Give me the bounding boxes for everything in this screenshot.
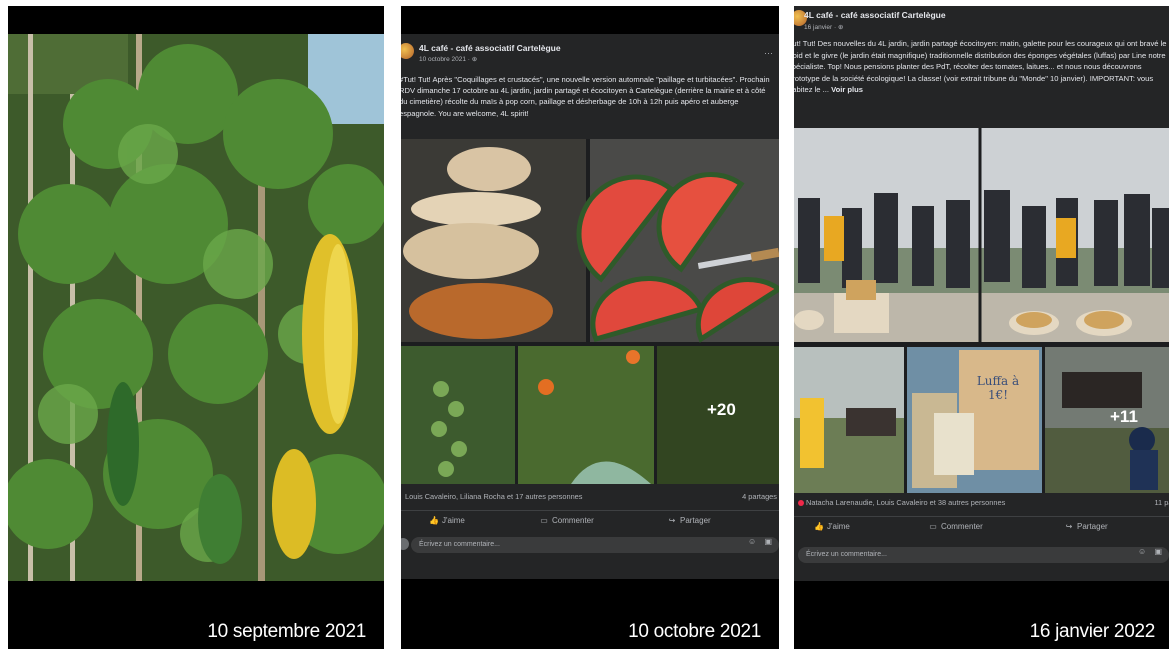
post-date-caption: 10 octobre 2021 [628,621,761,642]
luffa-sign-text: Luffa à 1€! [976,374,1020,402]
photo-grid-image [401,139,779,484]
reactions-text[interactable]: Natacha Larenaudie, Louis Cavaleiro et 3… [806,498,1005,507]
post-actions: 👍 J'aime ▭ Commenter ↪ Partager [401,510,779,530]
page-avatar[interactable] [401,43,414,59]
post-date-caption: 10 septembre 2021 [207,621,366,642]
luffa-plant-photo [8,34,384,581]
emoji-icon[interactable]: ☺ ▣ [748,537,775,546]
post-header: 4L café - café associatif Cartelègue 16 … [794,6,1169,38]
comment-bubble-icon: ▭ [929,522,937,531]
photo-grid[interactable]: Luffa à 1€! +11 [794,128,1169,493]
comment-button[interactable]: ▭ Commenter [928,522,983,531]
see-more-link[interactable]: Voir plus [831,85,863,94]
user-avatar [401,538,409,550]
post-header: 4L café - café associatif Cartelègue 10 … [401,34,779,74]
shares-count[interactable]: 4 partages [742,492,777,501]
facebook-post: 4L café - café associatif Cartelègue 10 … [401,34,779,579]
comment-input[interactable]: Écrivez un commentaire... [798,547,1169,563]
share-arrow-icon: ↪ [668,516,676,525]
heart-reaction-icon [798,500,804,507]
like-label: J'aime [442,516,465,525]
post-timestamp[interactable]: 16 janvier · ⊕ [804,23,843,31]
comment-bubble-icon: ▭ [540,516,548,525]
more-photos-count[interactable]: +20 [707,400,736,420]
story-panel-september: 10 septembre 2021 [8,6,384,649]
shares-count[interactable]: 11 partages [1155,498,1169,507]
share-button[interactable]: ↪ Partager [1064,522,1108,531]
thumbs-up-icon: 👍 [814,522,824,531]
page-name[interactable]: 4L café - café associatif Cartelègue [419,43,561,53]
reactions-wrap: Natacha Larenaudie, Louis Cavaleiro et 3… [798,498,1005,507]
post-date-caption: 16 janvier 2022 [1029,621,1156,642]
more-dots-icon[interactable]: ··· [764,48,773,58]
like-button[interactable]: 👍 J'aime [814,522,850,531]
comment-label: Commenter [552,516,594,525]
like-button[interactable]: 👍 J'aime [429,516,465,525]
share-arrow-icon: ↪ [1065,522,1073,531]
post-text: Tut! Tut! Des nouvelles du 4L jardin, ja… [794,38,1169,96]
facebook-post: 4L café - café associatif Cartelègue 16 … [794,6,1169,581]
like-label: J'aime [827,522,850,531]
comment-composer: Écrivez un commentaire... ☺ ▣ [794,544,1169,566]
story-panel-january: 4L café - café associatif Cartelègue 16 … [794,6,1169,649]
share-button[interactable]: ↪ Partager [667,516,711,525]
page-name[interactable]: 4L café - café associatif Cartelègue [804,10,946,20]
photo-grid[interactable]: +20 [401,139,779,484]
post-timestamp[interactable]: 10 octobre 2021 · ⊕ [419,55,477,63]
comment-button[interactable]: ▭ Commenter [539,516,594,525]
more-photos-count[interactable]: +11 [1110,407,1138,427]
share-label: Partager [1077,522,1108,531]
share-label: Partager [680,516,711,525]
emoji-icon[interactable]: ☺ ▣ [1138,547,1165,556]
post-actions: 👍 J'aime ▭ Commenter ↪ Partager [794,516,1169,536]
post-text: #Tut! Tut! Après "Coquillages et crustac… [401,75,770,118]
thumbs-up-icon: 👍 [429,516,439,525]
comment-label: Commenter [941,522,983,531]
story-panel-october: 4L café - café associatif Cartelègue 10 … [401,6,779,649]
comment-input[interactable]: Écrivez un commentaire... [411,537,779,553]
comment-composer: Écrivez un commentaire... ☺ ▣ [401,534,779,556]
photo-grid-image [794,128,1169,493]
reactions-text[interactable]: Louis Cavaleiro, Liliana Rocha et 17 aut… [405,492,582,501]
